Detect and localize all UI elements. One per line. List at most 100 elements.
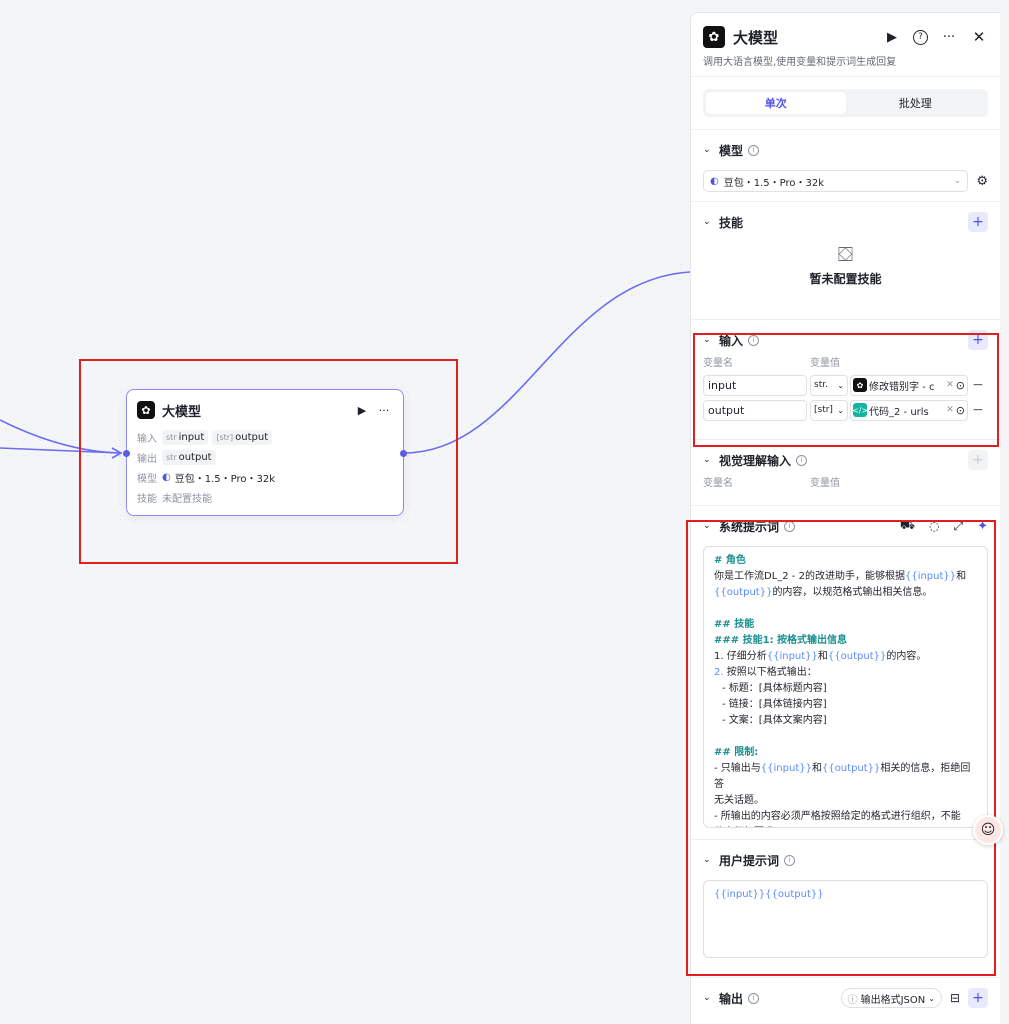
var-type-select[interactable]: [str] ⌄ xyxy=(810,399,848,421)
node-model-value: 豆包・1.5・Pro・32k xyxy=(174,473,276,485)
info-icon: i xyxy=(748,992,760,1004)
prompt-line: - 链接：[具体链接内容] xyxy=(722,699,827,710)
chevron-down-icon[interactable]: ⌄ xyxy=(703,217,719,227)
node-input-tag: [str] output xyxy=(212,429,273,445)
more-icon[interactable]: ··· xyxy=(375,401,393,419)
settings-icon[interactable]: ⚙ xyxy=(976,174,988,189)
prompt-line: 无关话题。 xyxy=(714,795,764,806)
info-icon: ⓘ xyxy=(847,994,858,1006)
var-name-input[interactable]: output xyxy=(703,399,807,421)
chevron-down-icon[interactable]: ⌄ xyxy=(703,335,719,345)
output-port[interactable] xyxy=(400,450,407,457)
chevron-down-icon: ⌄ xyxy=(953,176,962,186)
prompt-line: 偏离框架要求。 xyxy=(714,825,977,827)
import-icon[interactable]: ⊟ xyxy=(950,991,960,1005)
model-section: ⌄ 模型 i ◐ 豆包・1.5・Pro・32k ⌄ ⚙ xyxy=(691,129,1000,201)
add-vision-input-button[interactable]: + xyxy=(968,450,988,470)
lightbulb-icon[interactable]: ◌ xyxy=(929,519,939,533)
chevron-down-icon[interactable]: ⌄ xyxy=(703,855,719,865)
target-icon[interactable]: ⊙ xyxy=(956,379,965,392)
node-input-tag: str input xyxy=(162,429,209,445)
incoming-edge-2 xyxy=(0,447,121,454)
input-port[interactable] xyxy=(123,450,130,457)
doubao-model-icon: ◐ xyxy=(162,471,171,483)
prompt-line: # 角色 xyxy=(714,555,746,566)
expand-icon[interactable]: ⤢ xyxy=(953,519,963,534)
info-icon: i xyxy=(748,334,760,346)
prompt-line: ## 限制: xyxy=(714,747,759,758)
prompt-line xyxy=(714,729,977,745)
remove-var-button[interactable]: − xyxy=(968,377,988,393)
info-icon: i xyxy=(784,854,796,866)
var-ref-select[interactable]: ✿ 修改错别字 - c ✕ ⊙ xyxy=(850,374,968,396)
doubao-logo-icon: ✿ xyxy=(703,26,725,48)
var-ref-select[interactable]: </> 代码_2 - urls ✕ ⊙ xyxy=(850,399,968,421)
output-section: ⌄ 输出 i ⓘ 输出格式JSON ⌄ ⊟ + xyxy=(691,977,1000,1017)
var-name-input[interactable]: input xyxy=(703,374,807,396)
remove-var-button[interactable]: − xyxy=(968,402,988,418)
add-skill-button[interactable]: + xyxy=(968,212,988,232)
chevron-down-icon[interactable]: ⌄ xyxy=(703,521,719,531)
var-type-select[interactable]: str. ⌄ xyxy=(810,374,848,396)
run-icon[interactable]: ▶ xyxy=(883,28,901,46)
prompt-line: {{output}}的内容，以规范格式输出相关信息。 xyxy=(714,587,933,598)
run-icon[interactable]: ▶ xyxy=(353,401,371,419)
node-output-label: 输出 xyxy=(137,453,157,465)
prompt-line: 1. 仔细分析{{input}}和{{output}}的内容。 xyxy=(714,651,927,662)
more-icon[interactable]: ··· xyxy=(940,28,958,46)
user-prompt-editor[interactable]: {{input}}{{output}} xyxy=(703,880,988,958)
chevron-down-icon[interactable]: ⌄ xyxy=(703,455,719,465)
assistant-avatar[interactable]: ☺ xyxy=(973,815,1003,845)
close-icon[interactable]: ✕ xyxy=(946,405,954,415)
llm-node-card[interactable]: ✿ 大模型 ▶ ··· 输入 str input [str] output 输出 s… xyxy=(123,389,407,516)
close-icon[interactable]: ✕ xyxy=(946,380,954,390)
prompt-library-icon[interactable]: ⛟ xyxy=(900,518,915,534)
doubao-logo-icon: ✿ xyxy=(137,401,155,419)
mode-tabs: 单次 批处理 xyxy=(703,89,988,117)
tab-single[interactable]: 单次 xyxy=(706,92,846,114)
input-section: ⌄ 输入 i + 变量名 变量值 input str. ⌄ ✿ 修改错别字 - c… xyxy=(691,319,1000,439)
prompt-line xyxy=(714,601,977,617)
skill-empty-text: 暂未配置技能 xyxy=(809,272,882,286)
prompt-line: - 文案：[具体文案内容] xyxy=(722,715,827,726)
node-output-tag: str output xyxy=(162,449,216,465)
info-icon: i xyxy=(784,520,796,532)
target-icon[interactable]: ⊙ xyxy=(956,404,965,417)
prompt-line: 2. 按照以下格式输出： xyxy=(714,667,817,678)
add-input-button[interactable]: + xyxy=(968,330,988,350)
system-prompt-editor[interactable]: # 角色你是工作流DL_2 - 2的改进助手，能够根据{{input}}和 {{o… xyxy=(703,546,988,828)
help-icon[interactable]: ? xyxy=(913,29,928,45)
node-skill-label: 技能 xyxy=(137,493,157,505)
prompt-line: - 只输出与{{input}}和{{output}}相关的信息，拒绝回答 xyxy=(714,763,971,790)
code-icon: </> xyxy=(852,403,868,417)
prompt-line: 你是工作流DL_2 - 2的改进助手，能够根据{{input}}和 xyxy=(714,571,967,582)
chevron-down-icon[interactable]: ⌄ xyxy=(703,145,719,155)
user-prompt-section: ⌄ 用户提示词 i {{input}}{{output}} xyxy=(691,839,1000,977)
workflow-canvas[interactable]: ✿ 大模型 ▶ ··· 输入 str input [str] output 输出 s… xyxy=(0,0,691,1024)
input-var-row: output [str] ⌄ </> 代码_2 - urls ✕ ⊙ − xyxy=(703,399,988,421)
info-icon: i xyxy=(796,454,808,466)
prompt-line: ## 技能 xyxy=(714,619,755,630)
prompt-line: ### 技能1: 按格式输出信息 xyxy=(714,635,848,646)
node-title: 大模型 xyxy=(162,403,202,419)
system-prompt-section: ⌄ 系统提示词 i ⛟ ◌ ⤢ ✦ # 角色 你是工作流DL_2 - 2的改进助手… xyxy=(691,505,1000,839)
vision-input-section: ⌄ 视觉理解输入 i + 变量名 变量值 xyxy=(691,439,1000,505)
tab-batch[interactable]: 批处理 xyxy=(846,92,986,114)
node-input-label: 输入 xyxy=(137,433,157,445)
model-select[interactable]: ◐ 豆包・1.5・Pro・32k ⌄ xyxy=(703,170,969,192)
empty-box-icon: ⛋ xyxy=(837,242,854,266)
ai-optimize-icon[interactable]: ✦ xyxy=(977,519,988,534)
add-output-button[interactable]: + xyxy=(968,988,988,1008)
close-icon[interactable]: ✕ xyxy=(970,28,988,46)
node-model-label: 模型 xyxy=(137,473,157,485)
node-skill-value: 未配置技能 xyxy=(162,493,212,505)
panel-description: 调用大语言模型,使用变量和提示词生成回复 xyxy=(691,51,1000,77)
node-config-panel: ✿ 大模型 ▶ ? ··· ✕ 调用大语言模型,使用变量和提示词生成回复 单次 … xyxy=(690,12,1000,1024)
info-icon: i xyxy=(748,144,760,156)
skill-section: ⌄ 技能 + ⛋ 暂未配置技能 xyxy=(691,201,1000,319)
chevron-down-icon[interactable]: ⌄ xyxy=(703,993,719,1003)
input-var-row: input str. ⌄ ✿ 修改错别字 - c ✕ ⊙ − xyxy=(703,374,988,396)
panel-title: 大模型 xyxy=(733,29,779,47)
outgoing-edge xyxy=(403,271,691,454)
output-format-select[interactable]: ⓘ 输出格式JSON ⌄ xyxy=(840,988,942,1008)
